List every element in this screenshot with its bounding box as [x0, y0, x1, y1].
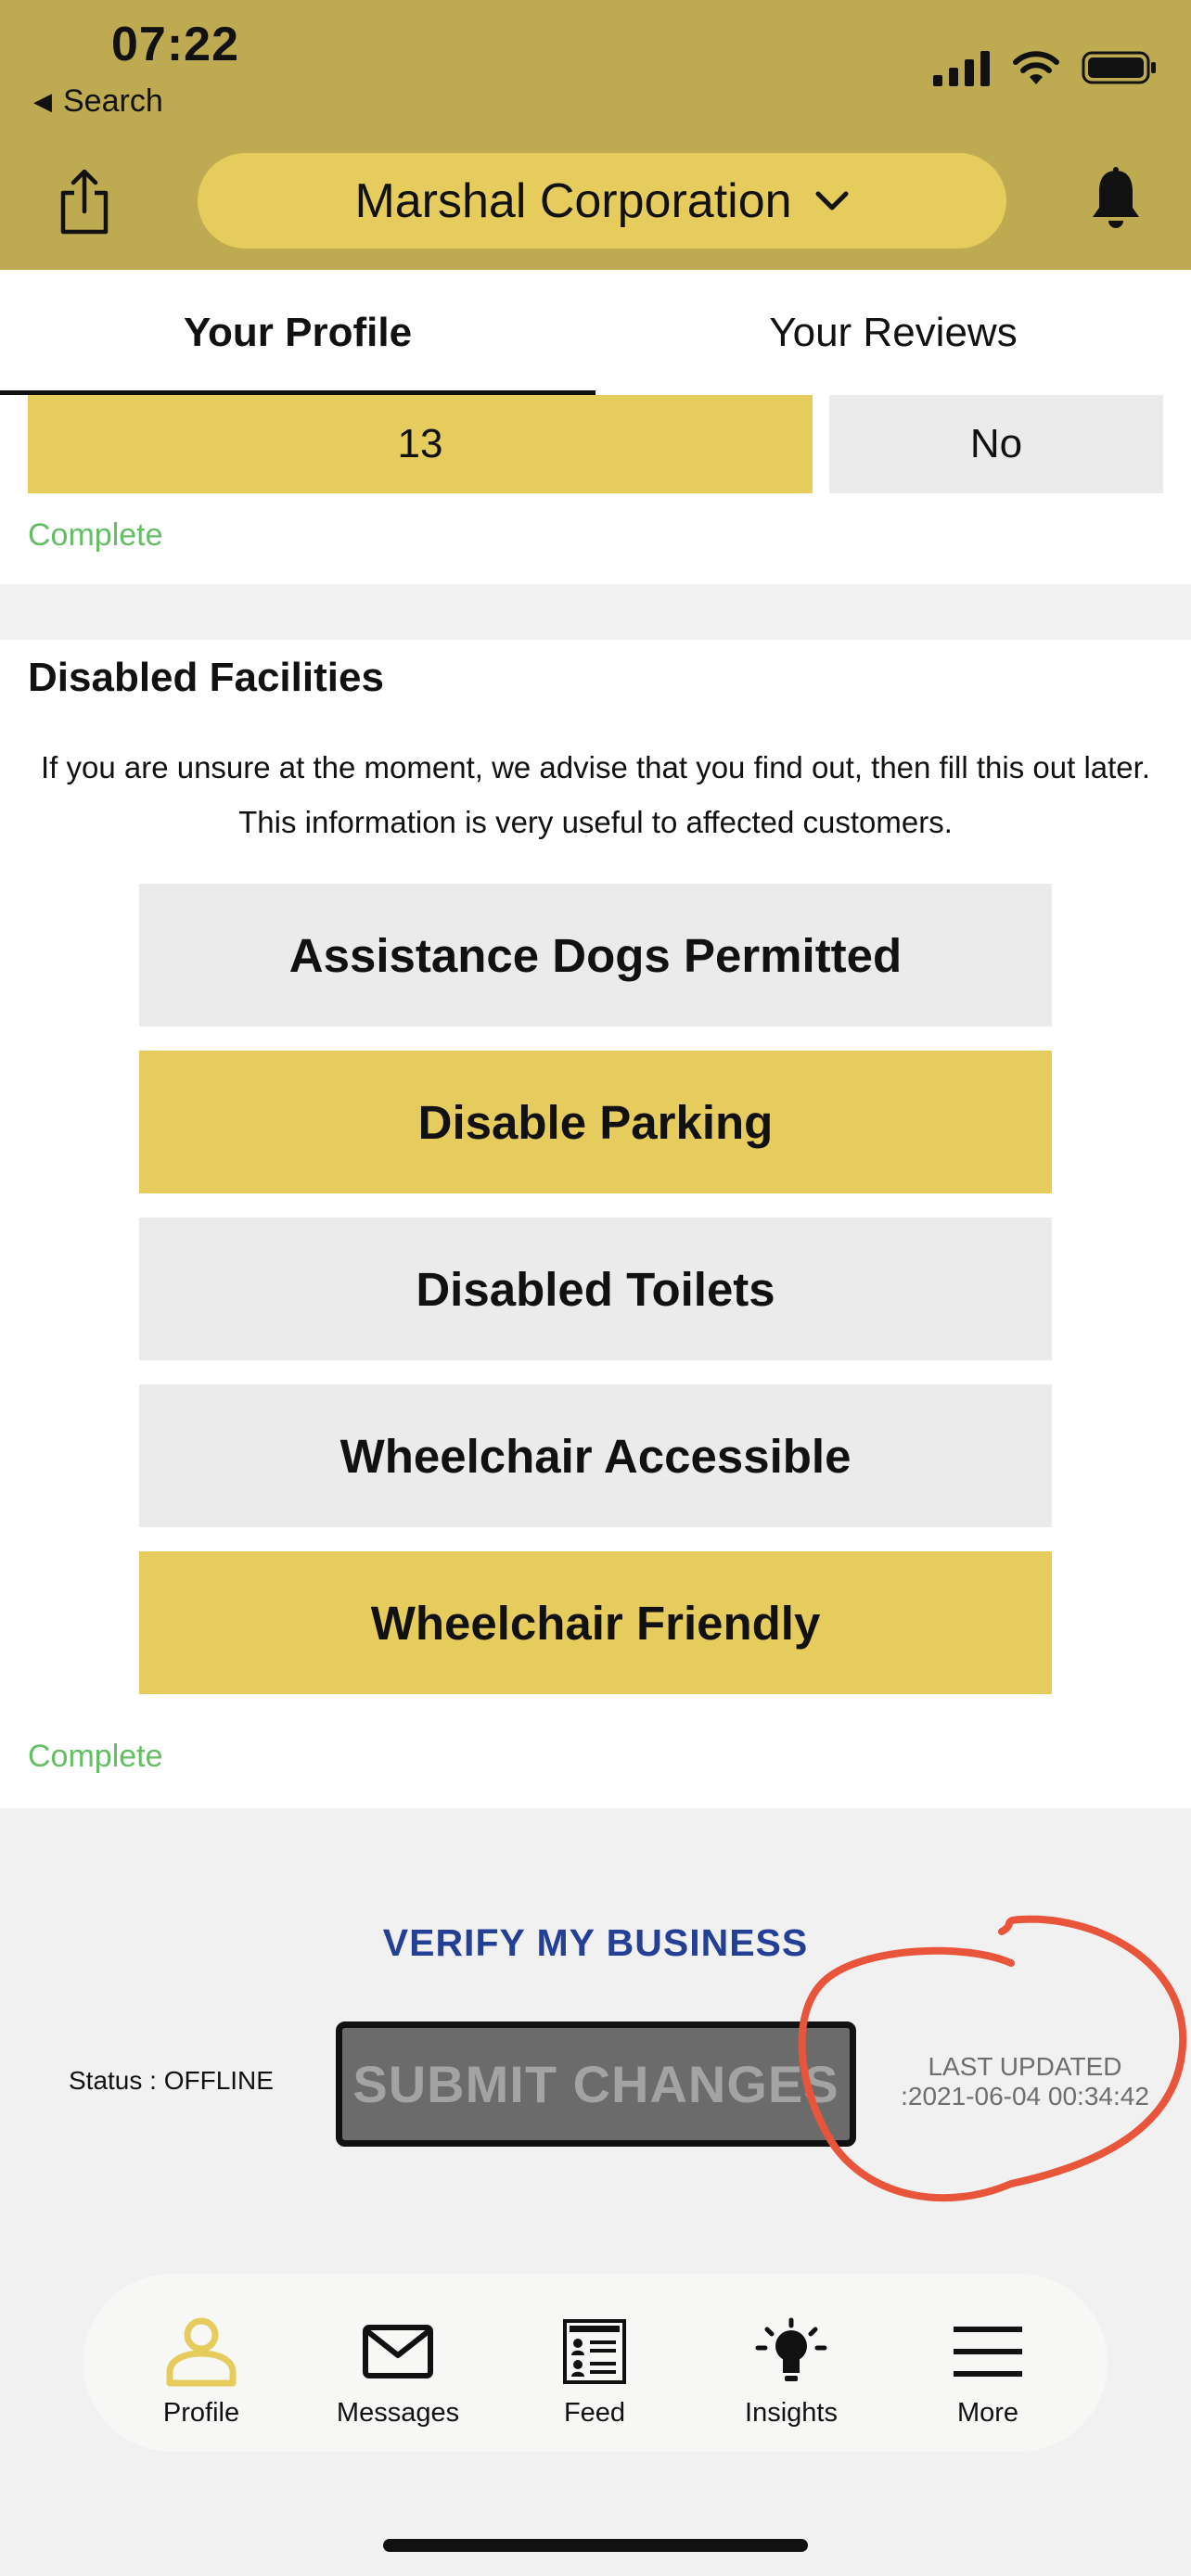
facility-disabled-toilets-button[interactable]: Disabled Toilets	[139, 1218, 1052, 1360]
tabbar-label: Messages	[336, 2398, 460, 2428]
tabbar-item-messages[interactable]: Messages	[314, 2274, 481, 2452]
share-icon	[60, 169, 109, 235]
connection-status: Status : OFFLINE	[69, 2066, 274, 2095]
feed-icon	[563, 2319, 626, 2384]
facility-wheelchair-accessible-button[interactable]: Wheelchair Accessible	[139, 1384, 1052, 1527]
complete-status: Complete	[28, 517, 163, 553]
tabbar-label: Profile	[162, 2398, 240, 2428]
complete-status: Complete	[28, 1739, 163, 1774]
bottom-tab-bar: Profile Messages Feed Insights More	[83, 2274, 1108, 2452]
option-no-button[interactable]: No	[829, 395, 1163, 493]
profile-tabs: Your Profile Your Reviews	[0, 270, 1191, 395]
tab-your-profile[interactable]: Your Profile	[0, 270, 596, 395]
menu-icon	[954, 2327, 1022, 2377]
section-description: If you are unsure at the moment, we advi…	[40, 750, 1150, 839]
tabbar-item-more[interactable]: More	[904, 2274, 1071, 2452]
business-selector-dropdown[interactable]: Marshal Corporation	[198, 153, 1006, 249]
home-indicator[interactable]	[383, 2539, 808, 2552]
section-title: Disabled Facilities	[28, 655, 384, 700]
notifications-button[interactable]	[1089, 167, 1143, 230]
cellular-signal-icon	[933, 51, 990, 86]
disabled-facilities-card: Disabled Facilities If you are unsure at…	[0, 640, 1191, 1808]
tabbar-label: More	[956, 2398, 1019, 2428]
tabbar-item-insights[interactable]: Insights	[708, 2274, 875, 2452]
previous-question-card: 13 No Complete	[0, 395, 1191, 584]
business-name: Marshal Corporation	[354, 173, 792, 228]
app-header: 07:22 ◀ Search Marshal Corporation	[0, 0, 1191, 270]
back-arrow-icon: ◀	[33, 87, 52, 115]
battery-icon	[1082, 51, 1156, 84]
tabbar-label: Feed	[563, 2398, 626, 2428]
option-13-button[interactable]: 13	[28, 395, 813, 493]
status-time: 07:22	[111, 18, 239, 71]
person-icon	[166, 2317, 237, 2387]
wifi-icon	[1013, 51, 1059, 84]
chevron-down-icon	[815, 191, 849, 210]
facility-disable-parking-button[interactable]: Disable Parking	[139, 1051, 1052, 1193]
lightbulb-icon	[755, 2317, 827, 2381]
submit-changes-button[interactable]: SUBMIT CHANGES	[336, 2021, 856, 2147]
facility-assistance-dogs-button[interactable]: Assistance Dogs Permitted	[139, 884, 1052, 1027]
facility-wheelchair-friendly-button[interactable]: Wheelchair Friendly	[139, 1551, 1052, 1694]
share-button[interactable]	[56, 169, 113, 236]
tabbar-item-feed[interactable]: Feed	[511, 2274, 678, 2452]
bell-icon	[1093, 167, 1139, 228]
tab-your-reviews[interactable]: Your Reviews	[596, 270, 1191, 395]
envelope-icon	[363, 2325, 433, 2378]
back-to-search-link[interactable]: ◀ Search	[33, 83, 163, 120]
back-label: Search	[63, 83, 163, 119]
tabbar-label: Insights	[745, 2398, 838, 2428]
status-icons	[933, 45, 1158, 91]
red-circle-annotation	[798, 1915, 1187, 2202]
tabbar-item-profile[interactable]: Profile	[118, 2274, 285, 2452]
